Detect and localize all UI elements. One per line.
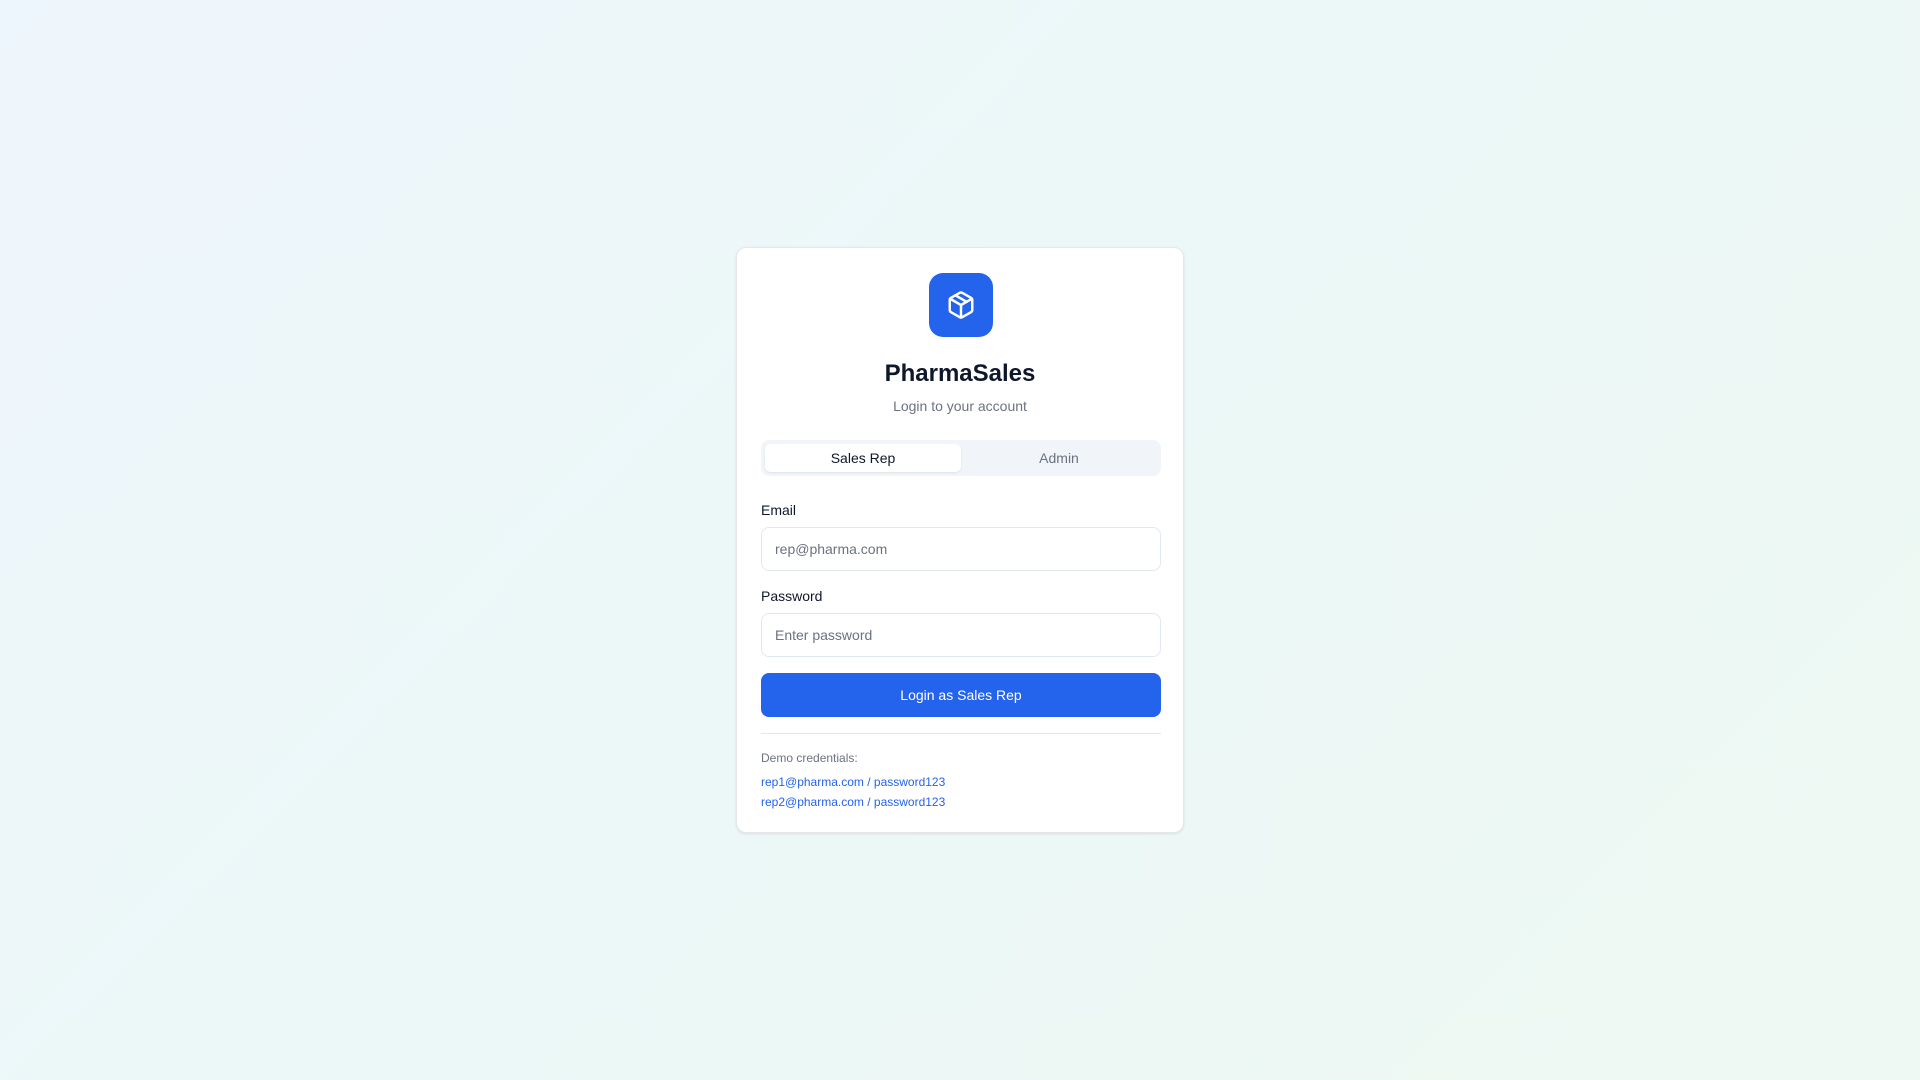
email-label: Email — [761, 502, 797, 518]
package-box-icon — [948, 291, 974, 319]
demo-credential-2[interactable]: rep2@pharma.com / password123 — [761, 795, 945, 809]
login-button[interactable]: Login as Sales Rep — [761, 673, 1161, 717]
app-title: PharmaSales — [884, 360, 1036, 387]
demo-credential-1[interactable]: rep1@pharma.com / password123 — [761, 775, 945, 789]
app-logo — [929, 273, 993, 337]
password-label: Password — [761, 588, 823, 604]
tab-admin[interactable]: Admin — [961, 444, 1157, 472]
divider — [761, 733, 1161, 734]
email-input[interactable] — [761, 527, 1161, 571]
login-subtitle: Login to your account — [893, 398, 1027, 414]
demo-credentials-title: Demo credentials: — [761, 751, 858, 765]
role-tabs: Sales Rep Admin — [761, 440, 1161, 476]
tab-sales-rep[interactable]: Sales Rep — [765, 444, 961, 472]
login-card: PharmaSales Login to your account Sales … — [736, 247, 1184, 833]
password-input[interactable] — [761, 613, 1161, 657]
